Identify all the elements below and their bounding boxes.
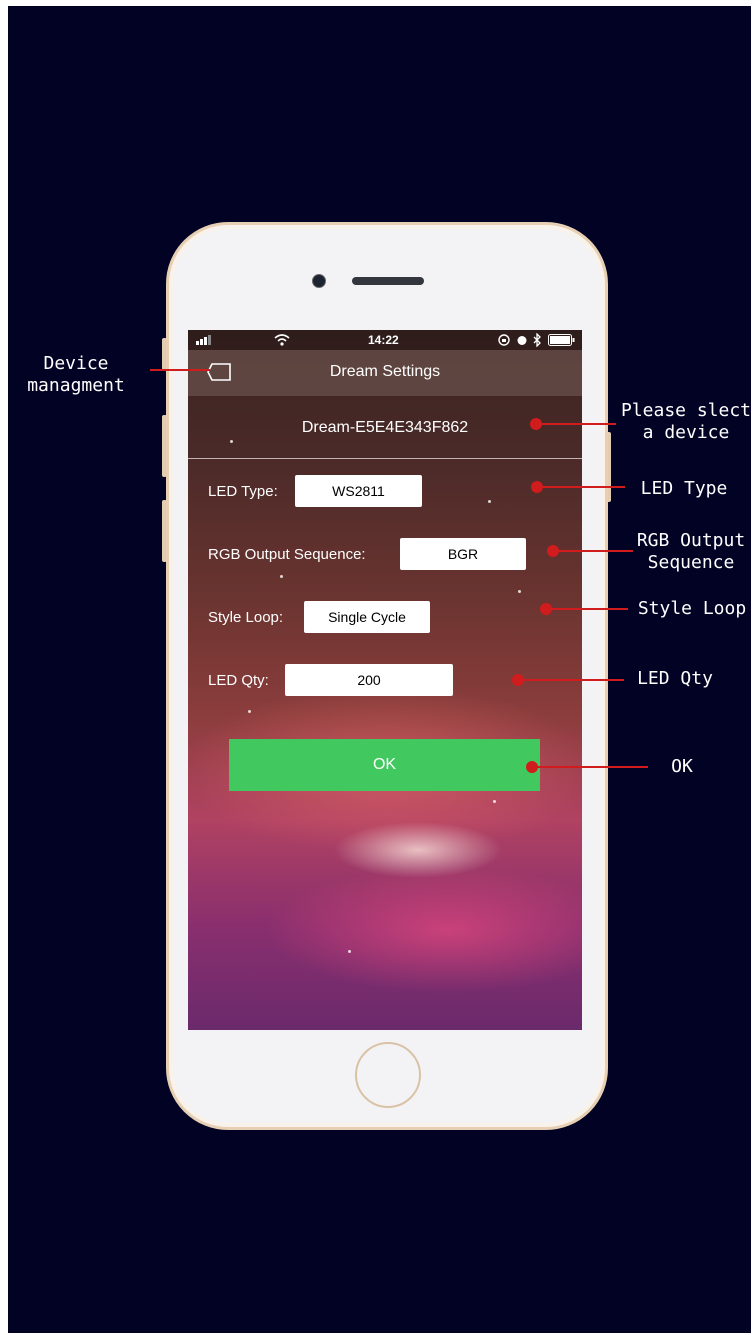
- annotation-line: [553, 550, 633, 552]
- led-qty-field[interactable]: 200: [285, 664, 453, 696]
- annotation-dot: [540, 603, 552, 615]
- annotation-dot: [530, 418, 542, 430]
- status-time: 14:22: [368, 333, 399, 347]
- annotation-led-type: LED Type: [640, 478, 728, 499]
- ok-button[interactable]: OK: [229, 739, 540, 791]
- wifi-icon: [274, 334, 290, 346]
- annotation-ok: OK: [671, 756, 693, 777]
- home-button[interactable]: [355, 1042, 421, 1108]
- annotation-line: [537, 486, 625, 488]
- status-bar: 14:22: [188, 330, 582, 350]
- annotation-select-device: Please slect a device: [620, 400, 752, 443]
- nav-bar: Dream Settings: [188, 350, 582, 396]
- annotation-dot: [526, 761, 538, 773]
- star-decoration: [518, 590, 521, 593]
- rgb-sequence-field[interactable]: BGR: [400, 538, 526, 570]
- annotation-dot: [531, 481, 543, 493]
- annotation-led-qty: LED Qty: [637, 668, 713, 689]
- led-type-field[interactable]: WS2811: [295, 475, 422, 507]
- style-loop-field[interactable]: Single Cycle: [304, 601, 430, 633]
- annotation-line: [546, 608, 628, 610]
- annotation-line: [536, 423, 616, 425]
- led-type-label: LED Type:: [208, 483, 278, 500]
- battery-icon: [548, 334, 575, 346]
- led-qty-label: LED Qty:: [208, 672, 269, 689]
- rgb-sequence-label: RGB Output Sequence:: [208, 546, 366, 563]
- alarm-icon: [517, 336, 527, 345]
- annotation-dot: [512, 674, 524, 686]
- annotation-style-loop: Style Loop: [637, 598, 747, 619]
- earpiece-speaker: [352, 277, 424, 285]
- device-selector[interactable]: Dream-E5E4E343F862: [188, 419, 582, 437]
- lock-rotation-icon: [498, 334, 510, 346]
- star-decoration: [348, 950, 351, 953]
- annotation-line: [150, 369, 210, 371]
- star-decoration: [248, 710, 251, 713]
- star-decoration: [280, 575, 283, 578]
- annotation-rgb-output: RGB Output Sequence: [636, 530, 746, 573]
- annotation-device-management: Device managment: [27, 353, 125, 396]
- divider: [188, 458, 582, 459]
- signal-icon: [196, 335, 211, 345]
- annotation-line: [532, 766, 648, 768]
- annotation-line: [518, 679, 624, 681]
- star-decoration: [230, 440, 233, 443]
- star-decoration: [488, 500, 491, 503]
- bluetooth-icon: [533, 333, 541, 347]
- annotation-dot: [547, 545, 559, 557]
- star-decoration: [493, 800, 496, 803]
- front-camera: [312, 274, 326, 288]
- page-title: Dream Settings: [329, 363, 441, 380]
- style-loop-label: Style Loop:: [208, 609, 284, 626]
